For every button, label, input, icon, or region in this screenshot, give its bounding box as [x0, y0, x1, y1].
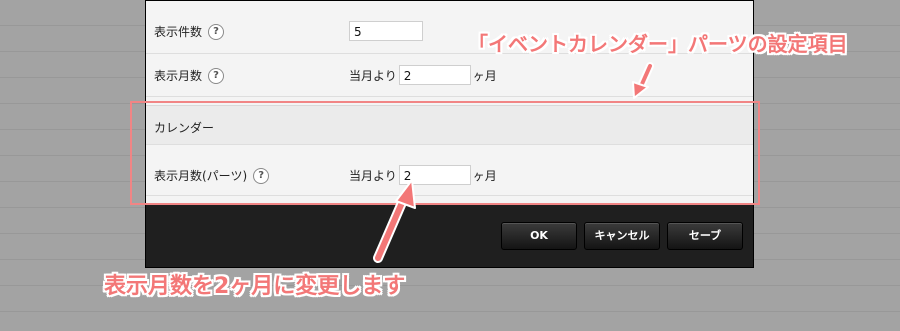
arrow-icon	[632, 62, 654, 99]
annotation-bottom: 表示月数を2ヶ月に変更します	[104, 274, 406, 299]
annotation-top: 「イベントカレンダー」パーツの設定項目	[468, 32, 848, 56]
arrow-icon	[373, 179, 416, 263]
